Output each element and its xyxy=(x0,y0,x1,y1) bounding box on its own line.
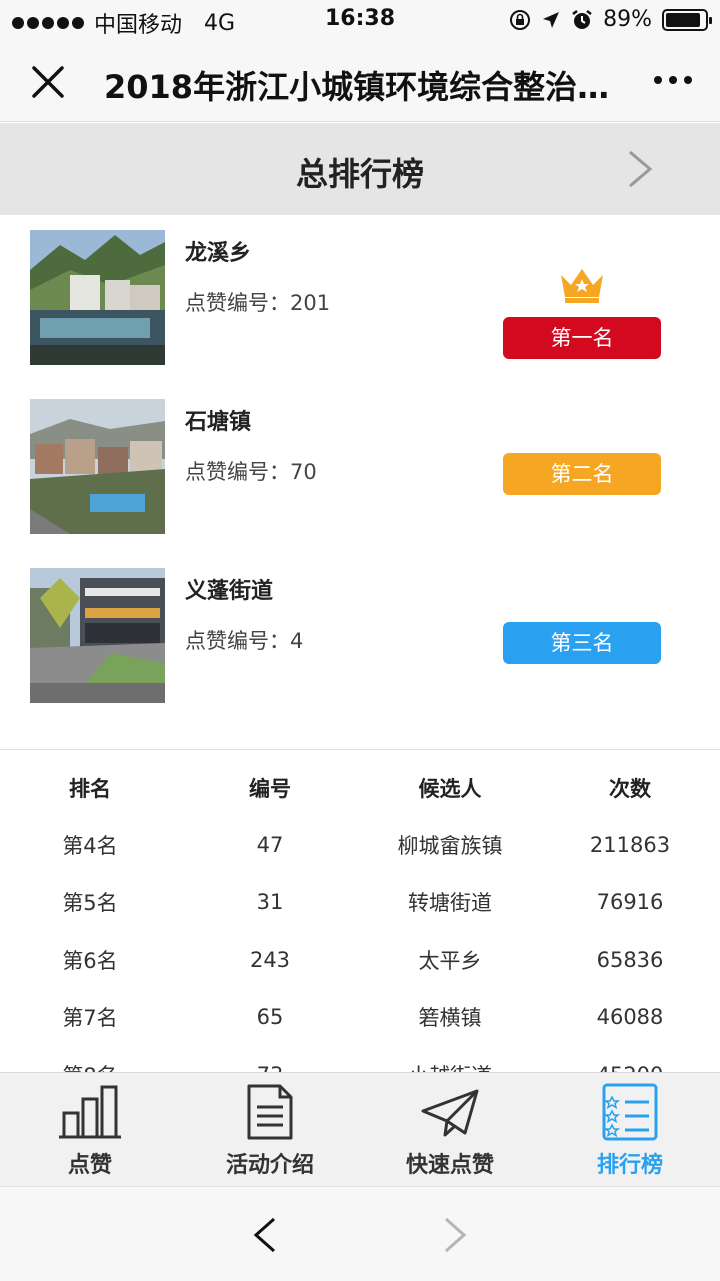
browser-navigation xyxy=(0,1186,720,1281)
top-item-1[interactable]: 龙溪乡 点赞编号：201 第一名 xyxy=(0,215,720,365)
count-cell: 76916 xyxy=(596,890,664,915)
tab-bar: 点赞 活动介绍 快速点赞 排行榜 xyxy=(0,1072,720,1186)
rank-badge-second: 第二名 xyxy=(503,453,661,495)
rank-cell: 第7名 xyxy=(62,1006,118,1031)
rank-cell: 第4名 xyxy=(62,833,118,858)
town-name: 石塘镇 xyxy=(185,410,252,435)
candidate-cell: 箬横镇 xyxy=(418,1006,482,1031)
tab-label: 快速点赞 xyxy=(405,1153,494,1178)
tab-ranking[interactable]: 排行榜 xyxy=(540,1073,720,1187)
table-row[interactable]: 第4名 47 柳城畲族镇 211863 xyxy=(0,816,720,874)
top-item-3[interactable]: 义蓬街道 点赞编号：4 第三名 xyxy=(0,553,720,703)
title-bar: 2018年浙江小城镇环境综合整治最美小城镇评选 xyxy=(0,40,720,122)
back-arrow-icon[interactable] xyxy=(250,1215,280,1255)
document-icon xyxy=(247,1084,293,1140)
number-cell: 65 xyxy=(256,1005,284,1030)
number-cell: 243 xyxy=(249,947,291,972)
alarm-icon xyxy=(572,9,592,29)
tab-label: 活动介绍 xyxy=(225,1153,314,1178)
rotation-lock-icon xyxy=(510,9,531,30)
rank-cell: 第5名 xyxy=(62,891,118,916)
table-row[interactable]: 第7名 65 箬横镇 46088 xyxy=(0,989,720,1047)
vote-number: 点赞编号：201 xyxy=(185,291,331,315)
candidate-cell: 转塘街道 xyxy=(408,891,492,916)
town-name: 龙溪乡 xyxy=(185,241,252,266)
crown-icon xyxy=(561,269,603,303)
candidate-cell: 柳城畲族镇 xyxy=(397,833,503,858)
paper-plane-icon xyxy=(421,1089,479,1137)
town-photo xyxy=(30,568,165,703)
number-cell: 31 xyxy=(256,890,284,915)
ranking-table: 排名 编号 候选人 次数 第4名 47 柳城畲族镇 211863 第5名 31 … xyxy=(0,760,720,1104)
ranking-header[interactable]: 总排行榜 xyxy=(0,123,720,215)
top-three-list: 龙溪乡 点赞编号：201 第一名 石塘镇 点赞编号：70 第二名 义蓬街道 点赞… xyxy=(0,215,720,750)
vote-number: 点赞编号：70 xyxy=(185,460,317,484)
town-photo xyxy=(30,399,165,534)
header-count: 次数 xyxy=(609,777,651,801)
table-row[interactable]: 第5名 31 转塘街道 76916 xyxy=(0,874,720,932)
vote-number: 点赞编号：4 xyxy=(185,629,304,653)
count-cell: 211863 xyxy=(589,832,671,857)
table-row[interactable]: 第6名 243 太平乡 65836 xyxy=(0,931,720,989)
count-cell: 65836 xyxy=(596,947,664,972)
rank-badge-third: 第三名 xyxy=(503,622,661,664)
header-number: 编号 xyxy=(249,777,291,801)
top-item-2[interactable]: 石塘镇 点赞编号：70 第二名 xyxy=(0,384,720,534)
candidate-cell: 太平乡 xyxy=(418,948,482,973)
header-candidate: 候选人 xyxy=(418,777,482,801)
town-photo xyxy=(30,230,165,365)
table-header-row: 排名 编号 候选人 次数 xyxy=(0,760,720,816)
bar-chart-icon xyxy=(59,1085,121,1139)
forward-arrow-icon[interactable] xyxy=(440,1215,470,1255)
status-bar: 中国移动 4G 16:38 89% xyxy=(0,0,720,40)
tab-activity-intro[interactable]: 活动介绍 xyxy=(180,1073,360,1187)
tab-label: 点赞 xyxy=(67,1153,112,1178)
location-arrow-icon xyxy=(543,11,560,28)
rank-badge-first: 第一名 xyxy=(503,317,661,359)
count-cell: 46088 xyxy=(596,1005,664,1030)
page-title: 2018年浙江小城镇环境综合整治最美小城镇评选 xyxy=(104,68,624,106)
chevron-right-icon[interactable] xyxy=(626,149,654,189)
town-name: 义蓬街道 xyxy=(185,579,274,604)
battery-icon xyxy=(662,8,712,31)
tab-label: 排行榜 xyxy=(596,1153,663,1178)
rank-cell: 第6名 xyxy=(62,948,118,973)
tab-quick-like[interactable]: 快速点赞 xyxy=(360,1073,540,1187)
ranking-list-icon xyxy=(602,1083,658,1141)
more-options-icon[interactable] xyxy=(654,76,692,84)
battery-percent: 89% xyxy=(603,7,652,32)
ranking-title: 总排行榜 xyxy=(295,155,424,193)
tab-like[interactable]: 点赞 xyxy=(0,1073,180,1187)
number-cell: 47 xyxy=(256,832,284,857)
close-icon[interactable] xyxy=(30,64,66,100)
header-rank: 排名 xyxy=(69,777,111,801)
